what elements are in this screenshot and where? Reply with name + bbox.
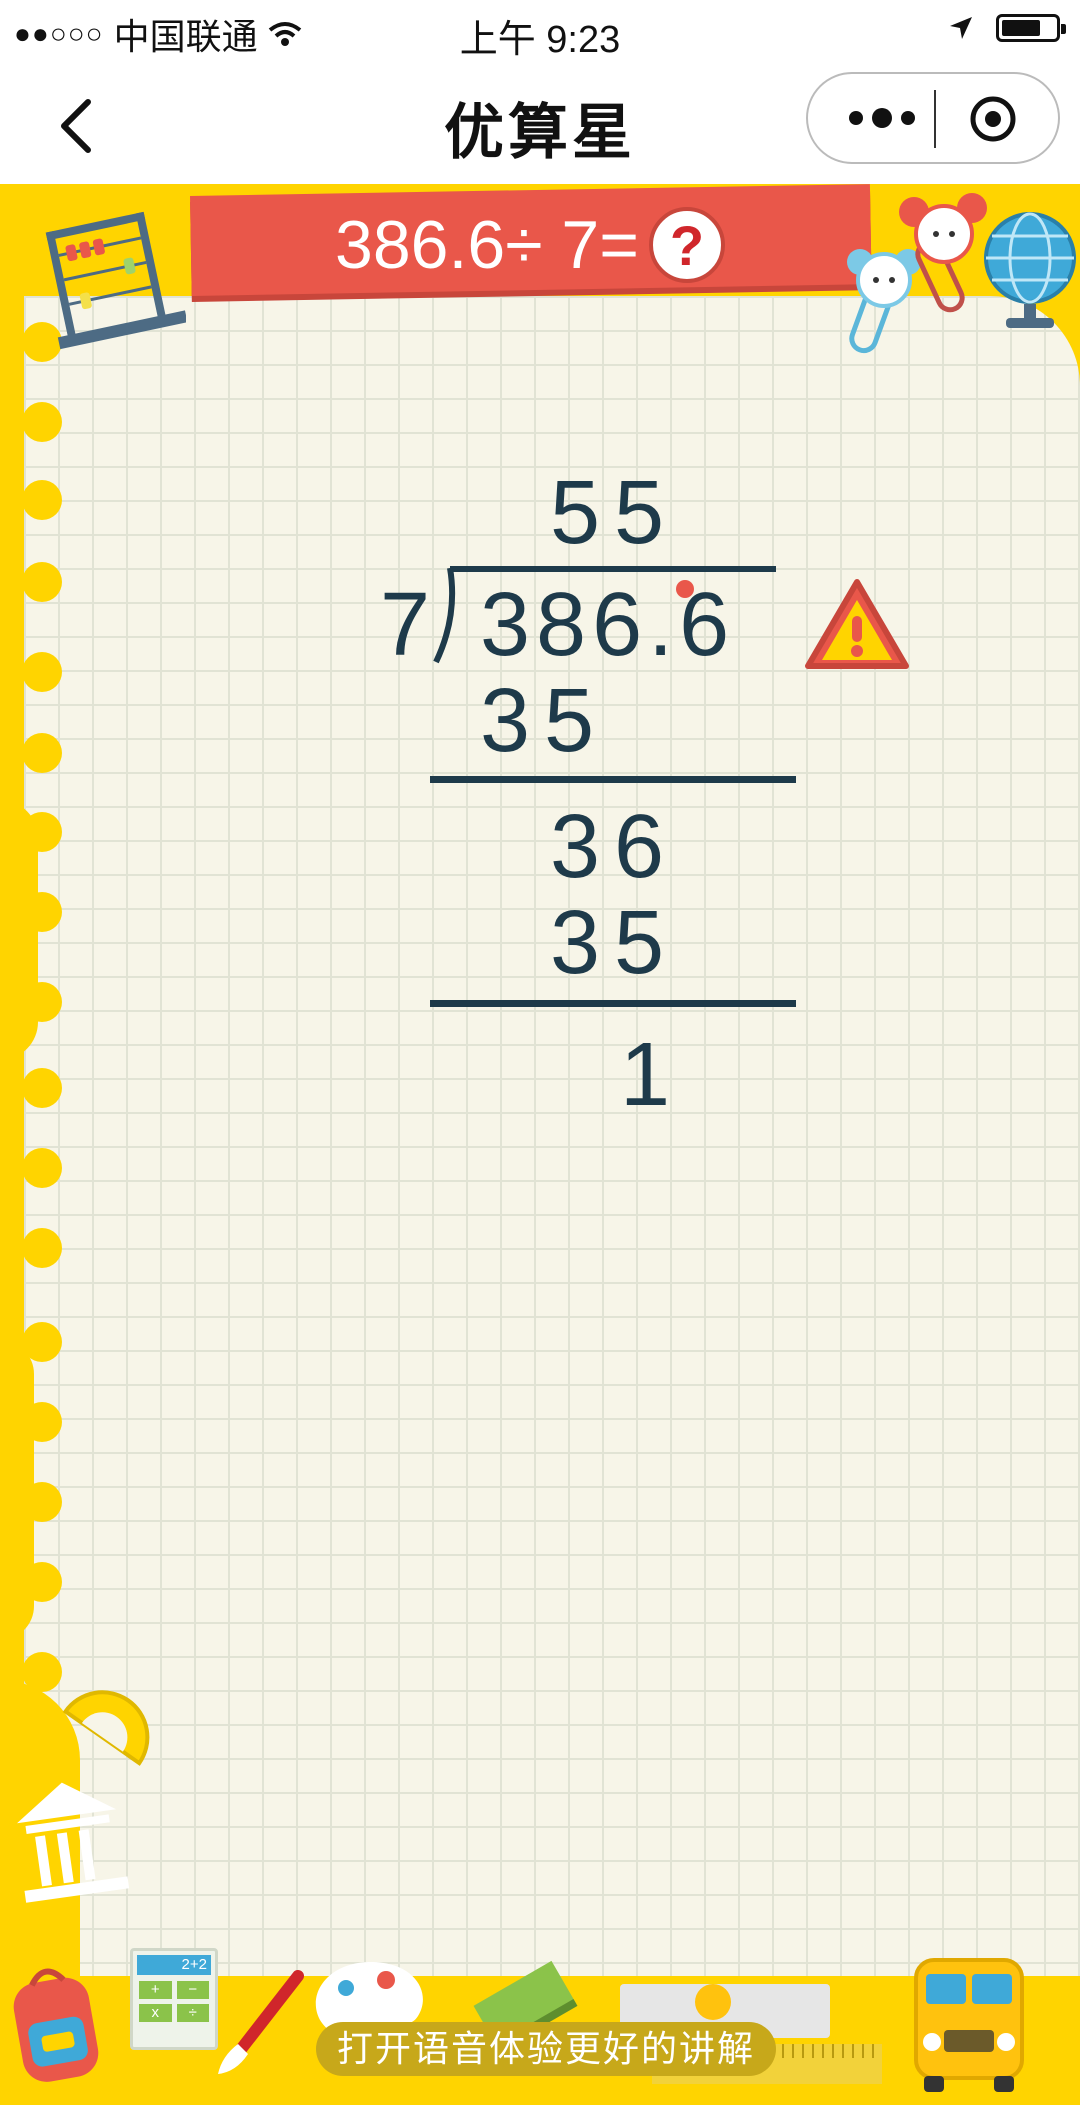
- battery-icon: [996, 14, 1066, 42]
- mouse-paperclip-red-icon: [899, 193, 987, 313]
- binder-hole: [22, 1562, 62, 1602]
- more-button[interactable]: [842, 100, 932, 136]
- enable-voice-button[interactable]: 打开语音体验更好的讲解: [316, 2022, 776, 2076]
- second-product: 35: [550, 893, 679, 993]
- paintbrush-icon: [218, 1970, 304, 2074]
- school-bus-icon: [914, 1958, 1024, 2092]
- division-bar: [450, 566, 776, 572]
- protractor-icon: [62, 1690, 150, 1766]
- navigation-bar: 优算星: [0, 62, 1080, 184]
- binder-hole: [22, 892, 62, 932]
- binder-hole: [22, 562, 62, 602]
- binder-hole: [22, 812, 62, 852]
- pencil-top-icon: [695, 1984, 731, 2020]
- clock: 上午 9:23: [459, 19, 621, 61]
- divisor: 7: [380, 575, 431, 675]
- close-mini-program-button[interactable]: [968, 94, 1018, 144]
- quotient: 55: [550, 463, 679, 563]
- binder-hole: [22, 1068, 62, 1108]
- binder-hole: [22, 1402, 62, 1442]
- calculator-key-plus: +: [139, 1981, 172, 1999]
- binder-hole: [22, 402, 62, 442]
- subtraction-line-1: [430, 776, 796, 783]
- first-product: 35: [480, 671, 609, 771]
- binder-hole: [22, 1322, 62, 1362]
- target-icon: [970, 96, 1016, 142]
- more-dots-icon: [849, 108, 915, 128]
- status-right: [948, 14, 1066, 42]
- calculator-key-minus: −: [176, 1981, 209, 1999]
- binder-hole: [22, 1148, 62, 1188]
- backpack-icon: [13, 1968, 99, 2082]
- mini-program-capsule: [806, 72, 1060, 164]
- binder-hole: [22, 480, 62, 520]
- calculator-key-times: x: [139, 2004, 172, 2022]
- museum-icon: [17, 1782, 130, 1903]
- remainder: 1: [620, 1025, 685, 1125]
- binder-hole: [22, 652, 62, 692]
- binder-hole: [22, 1482, 62, 1522]
- globe-icon: [984, 212, 1076, 328]
- subtraction-line-2: [430, 1000, 796, 1007]
- calculator-display: 2+2: [137, 1955, 211, 1975]
- calculator-key-divide: ÷: [176, 2004, 209, 2022]
- abacus-icon: [45, 211, 186, 350]
- capsule-divider: [934, 90, 936, 148]
- binder-hole: [22, 982, 62, 1022]
- warning-icon: [805, 579, 909, 669]
- help-button[interactable]: ?: [648, 207, 725, 283]
- problem-header: 386.6÷ 7= ?: [190, 206, 870, 284]
- second-partial: 36: [550, 797, 679, 897]
- calculator: 2+2 + − x ÷: [130, 1948, 218, 2050]
- division-bracket: [433, 567, 456, 664]
- status-bar: ●●○○○ 中国联通 上午 9:23: [0, 0, 1080, 62]
- dividend: 386.6: [480, 575, 736, 675]
- decimal-marker: [676, 580, 694, 598]
- location-arrow-icon: [950, 17, 972, 39]
- problem-expression: 386.6÷ 7=: [335, 207, 639, 283]
- binder-hole: [22, 1228, 62, 1268]
- binder-hole: [22, 733, 62, 773]
